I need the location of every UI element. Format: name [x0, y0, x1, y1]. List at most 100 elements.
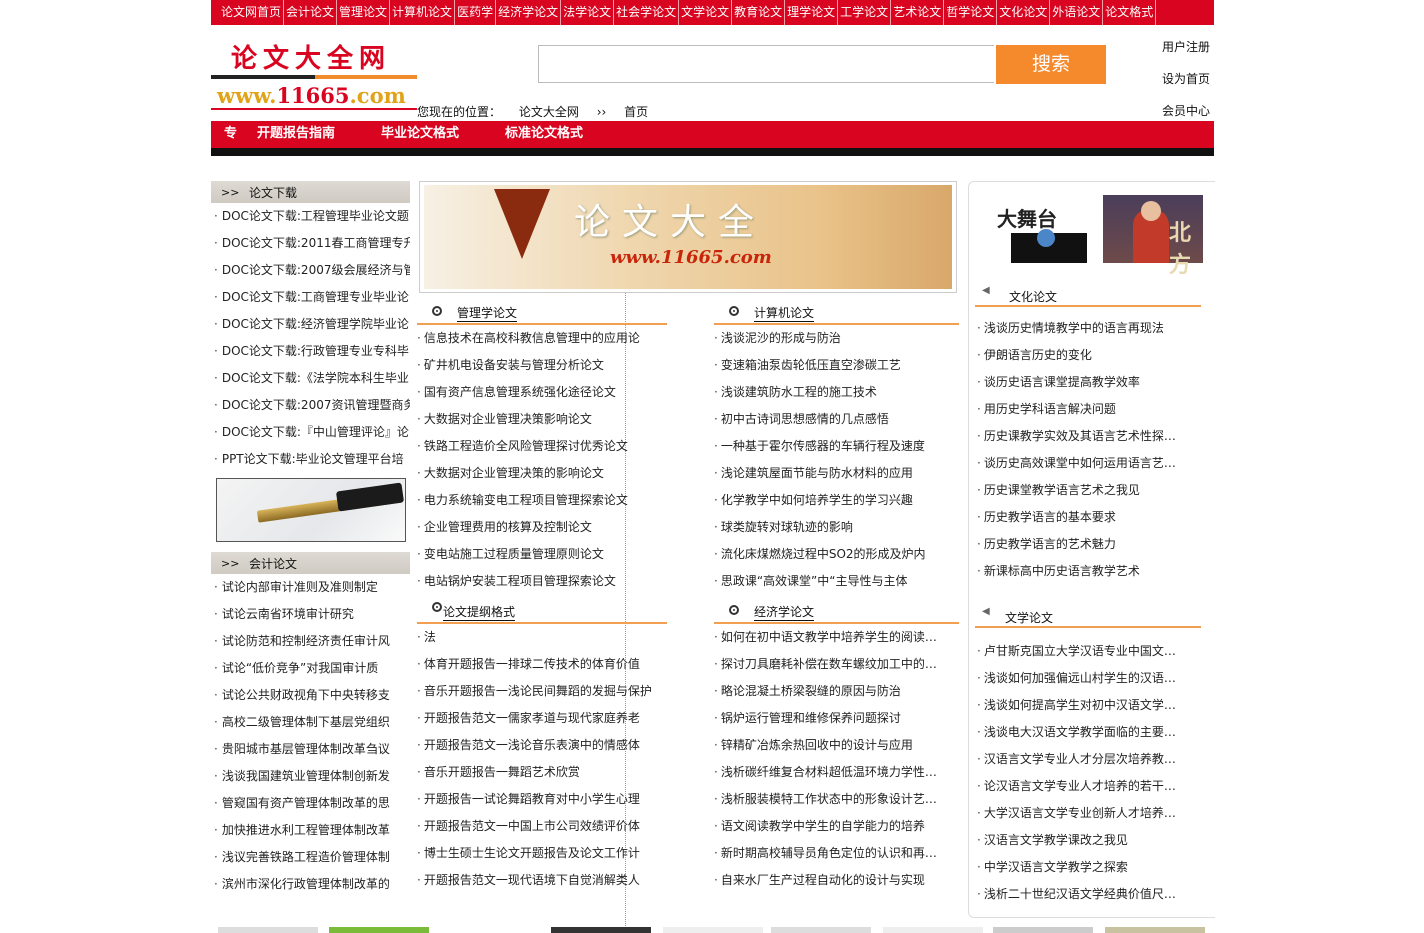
top-nav-item[interactable]: 哲学论文: [944, 0, 998, 25]
register-link[interactable]: 用户注册: [1162, 40, 1222, 72]
list-item-link[interactable]: 音乐开题报告一浅论民间舞蹈的发掘与保护: [417, 678, 667, 705]
top-nav-item[interactable]: 艺术论文: [891, 0, 945, 25]
list-item-link[interactable]: 汉语言文学教学课改之我见: [977, 827, 1182, 854]
list-item-link[interactable]: 新课标高中历史语言教学艺术: [977, 558, 1182, 585]
section-title[interactable]: 论文提纲格式: [443, 603, 516, 621]
list-item-link[interactable]: 试论内部审计准则及准则制定: [211, 574, 410, 601]
list-item-link[interactable]: 化学教学中如何培养学生的学习兴趣: [714, 487, 959, 514]
list-item-link[interactable]: 探讨刀具磨耗补偿在数车螺纹加工中的…: [714, 651, 959, 678]
list-item-link[interactable]: 滨州市深化行政管理体制改革的: [211, 871, 410, 898]
list-item-link[interactable]: 大学汉语言文学专业创新人才培养…: [977, 800, 1182, 827]
topic-link-standard-format[interactable]: 标准论文格式: [505, 121, 583, 147]
topic-link-thesis-format[interactable]: 毕业论文格式: [381, 121, 459, 147]
top-nav-item[interactable]: 会计论文: [284, 0, 338, 25]
list-item-link[interactable]: 浅析二十世纪汉语文学经典价值尺…: [977, 881, 1182, 908]
list-item-link[interactable]: 新时期高校辅导员角色定位的认识和再…: [714, 840, 959, 867]
list-item-link[interactable]: 谈历史高效课堂中如何运用语言艺…: [977, 450, 1182, 477]
list-item-link[interactable]: 思政课“高效课堂”中“主导性与主体: [714, 568, 959, 595]
banner-image[interactable]: 论文大全 www.11665.com: [419, 181, 957, 293]
list-item-link[interactable]: 一种基于霍尔传感器的车辆行程及速度: [714, 433, 959, 460]
top-nav-item[interactable]: 论文格式: [1103, 0, 1157, 25]
list-item-link[interactable]: 浅论建筑屋面节能与防水材料的应用: [714, 460, 959, 487]
breadcrumb-site[interactable]: 论文大全网: [519, 105, 579, 119]
list-item-link[interactable]: 浅谈如何加强偏远山村学生的汉语…: [977, 665, 1182, 692]
list-item-link[interactable]: 历史教学语言的基本要求: [977, 504, 1182, 531]
top-nav-item[interactable]: 管理论文: [337, 0, 391, 25]
list-item-link[interactable]: 开题报告范文一现代语境下自觉消解类人: [417, 867, 667, 894]
top-nav-item[interactable]: 论文网首页: [211, 0, 285, 25]
fountain-pen-image[interactable]: [216, 478, 406, 542]
section-title[interactable]: 计算机论文: [754, 304, 815, 322]
magazine-thumb-2[interactable]: 北方: [1103, 195, 1203, 278]
top-nav-item[interactable]: 文化论文: [997, 0, 1051, 25]
list-item-link[interactable]: 开题报告一试论舞蹈教育对中小学生心理: [417, 786, 667, 813]
list-item-link[interactable]: 贵阳城市基层管理体制改革刍议: [211, 736, 410, 763]
section-header-accounting[interactable]: >> 会计论文: [211, 552, 410, 574]
list-item-link[interactable]: 中学汉语言文学教学之探索: [977, 854, 1182, 881]
list-item-link[interactable]: 试论“低价竞争”对我国审计质: [211, 655, 410, 682]
list-item-link[interactable]: 大数据对企业管理决策影响论文: [417, 406, 667, 433]
list-item-link[interactable]: 国有资产信息管理系统强化途径论文: [417, 379, 667, 406]
search-button[interactable]: 搜索: [996, 45, 1106, 84]
list-item-link[interactable]: 管窥国有资产管理体制改革的思: [211, 790, 410, 817]
list-item-link[interactable]: 谈历史语言课堂提高教学效率: [977, 369, 1182, 396]
list-item-link[interactable]: DOC论文下载:《法学院本科生毕业: [211, 365, 410, 392]
list-item-link[interactable]: DOC论文下载:2011春工商管理专升: [211, 230, 410, 257]
list-item-link[interactable]: 锌精矿冶炼余热回收中的设计与应用: [714, 732, 959, 759]
section-title[interactable]: 管理学论文: [457, 304, 518, 322]
list-item-link[interactable]: 高校二级管理体制下基层党组织: [211, 709, 410, 736]
list-item-link[interactable]: 伊朗语言历史的变化: [977, 342, 1182, 369]
list-item-link[interactable]: 如何在初中语文教学中培养学生的阅读…: [714, 624, 959, 651]
list-item-link[interactable]: DOC论文下载:2007资讯管理暨商务: [211, 392, 410, 419]
list-item-link[interactable]: 语文阅读教学中学生的自学能力的培养: [714, 813, 959, 840]
section-title[interactable]: 经济学论文: [754, 603, 815, 621]
list-item-link[interactable]: DOC论文下载:『中山管理评论』论: [211, 419, 410, 446]
list-item-link[interactable]: 自来水厂生产过程自动化的设计与实现: [714, 867, 959, 894]
list-item-link[interactable]: 球类旋转对球轨迹的影响: [714, 514, 959, 541]
list-item-link[interactable]: 历史教学语言的艺术魅力: [977, 531, 1182, 558]
top-nav-item[interactable]: 工学论文: [838, 0, 892, 25]
list-item-link[interactable]: 浅谈历史情境教学中的语言再现法: [977, 315, 1182, 342]
list-item-link[interactable]: 试论云南省环境审计研究: [211, 601, 410, 628]
list-item-link[interactable]: 浅析服装模特工作状态中的形象设计艺…: [714, 786, 959, 813]
list-item-link[interactable]: DOC论文下载:工程管理毕业论文题: [211, 203, 410, 230]
list-item-link[interactable]: 铁路工程造价全风险管理探讨优秀论文: [417, 433, 667, 460]
list-item-link[interactable]: 博士生硕士生论文开题报告及论文工作计: [417, 840, 667, 867]
list-item-link[interactable]: 变电站施工过程质量管理原则论文: [417, 541, 667, 568]
list-item-link[interactable]: 锅炉运行管理和维修保养问题探讨: [714, 705, 959, 732]
list-item-link[interactable]: 浅议完善铁路工程造价管理体制: [211, 844, 410, 871]
breadcrumb-current[interactable]: 首页: [624, 105, 648, 119]
magazine-thumb-1[interactable]: 大舞台: [989, 195, 1089, 263]
list-item-link[interactable]: 初中古诗词思想感情的几点感悟: [714, 406, 959, 433]
list-item-link[interactable]: 浅谈电大汉语文学教学面临的主要…: [977, 719, 1182, 746]
list-item-link[interactable]: DOC论文下载:2007级会展经济与管: [211, 257, 410, 284]
list-item-link[interactable]: 浅谈我国建筑业管理体制创新发: [211, 763, 410, 790]
list-item-link[interactable]: 矿井机电设备安装与管理分析论文: [417, 352, 667, 379]
list-item-link[interactable]: 浅析碳纤维复合材料超低温环境力学性…: [714, 759, 959, 786]
top-nav-item[interactable]: 理学论文: [785, 0, 839, 25]
search-input[interactable]: [538, 45, 994, 83]
list-item-link[interactable]: 开题报告范文一浅论音乐表演中的情感体: [417, 732, 667, 759]
list-item-link[interactable]: 浅谈建筑防水工程的施工技术: [714, 379, 959, 406]
list-item-link[interactable]: 电站锅炉安装工程项目管理探索论文: [417, 568, 667, 595]
top-nav-item[interactable]: 文学论文: [679, 0, 733, 25]
list-item-link[interactable]: 历史课堂教学语言艺术之我见: [977, 477, 1182, 504]
top-nav-item[interactable]: 医药学: [455, 0, 497, 25]
list-item-link[interactable]: 企业管理费用的核算及控制论文: [417, 514, 667, 541]
list-item-link[interactable]: 浅谈泥沙的形成与防治: [714, 325, 959, 352]
list-item-link[interactable]: 大数据对企业管理决策的影响论文: [417, 460, 667, 487]
top-nav-item[interactable]: 外语论文: [1050, 0, 1104, 25]
top-nav-item[interactable]: 经济学论文: [496, 0, 562, 25]
list-item-link[interactable]: 信息技术在高校科教信息管理中的应用论: [417, 325, 667, 352]
list-item-link[interactable]: 电力系统输变电工程项目管理探索论文: [417, 487, 667, 514]
list-item-link[interactable]: 音乐开题报告一舞蹈艺术欣赏: [417, 759, 667, 786]
set-homepage-link[interactable]: 设为首页: [1162, 72, 1222, 104]
list-item-link[interactable]: 加快推进水利工程管理体制改革: [211, 817, 410, 844]
list-item-link[interactable]: 体育开题报告一排球二传技术的体育价值: [417, 651, 667, 678]
list-item-link[interactable]: 汉语言文学专业人才分层次培养教…: [977, 746, 1182, 773]
list-item-link[interactable]: DOC论文下载:行政管理专业专科毕: [211, 338, 410, 365]
top-nav-item[interactable]: 教育论文: [732, 0, 786, 25]
top-nav-item[interactable]: 社会学论文: [614, 0, 680, 25]
list-item-link[interactable]: DOC论文下载:经济管理学院毕业论: [211, 311, 410, 338]
list-item-link[interactable]: 用历史学科语言解决问题: [977, 396, 1182, 423]
